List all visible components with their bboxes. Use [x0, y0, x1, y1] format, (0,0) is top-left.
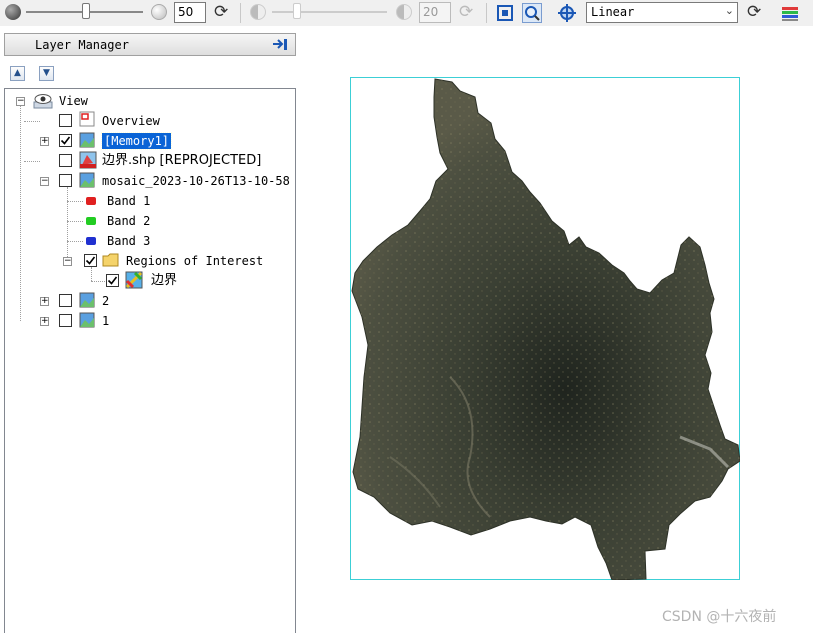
tree-item-band-3[interactable]: Band 3: [107, 233, 150, 249]
transparency-input: 20: [419, 2, 451, 23]
checkbox-overview[interactable]: [59, 114, 72, 127]
checkbox-roi[interactable]: [84, 254, 97, 267]
checkbox-layer-2[interactable]: [59, 294, 72, 307]
collapse-roi-icon[interactable]: −: [63, 257, 72, 266]
raster-icon: [79, 172, 95, 188]
watermark: CSDN @十六夜前: [662, 609, 777, 625]
tree-item-roi[interactable]: Regions of Interest: [126, 253, 263, 269]
brightness-input[interactable]: 50: [174, 2, 206, 23]
stretch-refresh-icon[interactable]: ⟳: [747, 1, 761, 23]
brightness-light-icon[interactable]: [151, 4, 167, 20]
band-green-icon: [86, 217, 96, 225]
raster-icon: [79, 132, 95, 148]
tree-root-view[interactable]: View: [59, 93, 88, 109]
checkbox-memory1[interactable]: [59, 134, 72, 147]
expand-memory1-icon[interactable]: +: [40, 137, 49, 146]
expand-layer-1-icon[interactable]: +: [40, 317, 49, 326]
tree-item-overview[interactable]: Overview: [102, 113, 160, 129]
transparency-right-icon: [396, 4, 412, 20]
tree-item-layer-1[interactable]: 1: [102, 313, 109, 329]
expand-layer-2-icon[interactable]: +: [40, 297, 49, 306]
collapse-mosaic-icon[interactable]: −: [40, 177, 49, 186]
tree-item-boundary-roi[interactable]: 边界: [151, 273, 177, 289]
move-down-button[interactable]: ▼: [39, 66, 54, 81]
band-blue-icon: [86, 237, 96, 245]
transparency-slider-thumb: [293, 3, 301, 19]
transparency-left-icon: [250, 4, 266, 20]
raster-icon: [79, 312, 95, 328]
tree-item-layer-2[interactable]: 2: [102, 293, 109, 309]
panel-title: Layer Manager: [35, 38, 129, 52]
eye-icon: [33, 93, 53, 109]
brightness-dark-icon[interactable]: [5, 4, 21, 20]
toolbar-separator: [486, 3, 487, 23]
chevron-down-icon: ⌄: [724, 4, 734, 17]
move-up-button[interactable]: ▲: [10, 66, 25, 81]
layer-manager-header: Layer Manager: [4, 33, 296, 56]
stretch-select-value: Linear: [591, 5, 635, 19]
tree-item-band-1[interactable]: Band 1: [107, 193, 150, 209]
pin-icon[interactable]: [271, 37, 289, 52]
tree-item-memory1[interactable]: [Memory1]: [100, 132, 173, 150]
toolbar: 50 ⟳ 20 ⟳ Linear ⌄ ⟳: [0, 0, 813, 26]
checkbox-layer-1[interactable]: [59, 314, 72, 327]
tree-item-mosaic[interactable]: mosaic_2023-10-26T13-10-58: [102, 173, 290, 189]
vector-icon: [79, 151, 97, 169]
band-red-icon: [86, 197, 96, 205]
collapse-view-icon[interactable]: −: [16, 97, 25, 106]
folder-icon: [102, 252, 119, 268]
zoom-pan-icon[interactable]: [522, 3, 542, 23]
histogram-icon[interactable]: [780, 3, 800, 23]
checkbox-boundary-roi[interactable]: [106, 274, 119, 287]
tree-item-boundary-shp[interactable]: 边界.shp [REPROJECTED]: [102, 153, 261, 169]
satellite-image: [351, 78, 740, 580]
checkbox-boundary-shp[interactable]: [59, 154, 72, 167]
fit-icon[interactable]: [557, 3, 577, 23]
checkbox-mosaic[interactable]: [59, 174, 72, 187]
stretch-select[interactable]: Linear ⌄: [586, 2, 738, 23]
refresh-icon[interactable]: ⟳: [214, 1, 228, 23]
raster-icon: [79, 292, 95, 308]
layer-tree: − View Overview + [Memory1] 边界.shp [REPR…: [4, 88, 296, 633]
roi-icon: [125, 271, 143, 289]
overview-icon: [79, 111, 95, 127]
zoom-extent-icon[interactable]: [495, 3, 515, 23]
toolbar-separator: [240, 3, 241, 23]
transparency-slider: [272, 11, 387, 13]
tree-item-band-2[interactable]: Band 2: [107, 213, 150, 229]
transparency-refresh-icon: ⟳: [459, 2, 474, 22]
brightness-slider-thumb[interactable]: [82, 3, 90, 19]
